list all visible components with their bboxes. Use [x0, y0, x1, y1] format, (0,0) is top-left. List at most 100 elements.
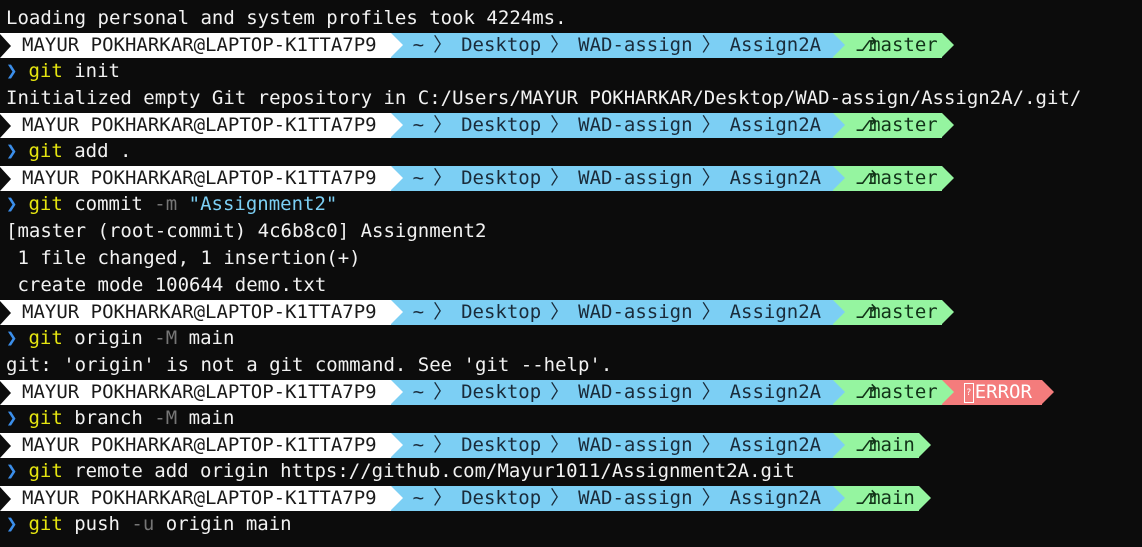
prompt-path-segment: ~ 〉 Desktop 〉 WAD-assign 〉 Assign2A [390, 380, 846, 405]
command-args: commit [62, 193, 155, 215]
home-dir: ~ [412, 114, 425, 136]
path-separator-icon: 〉 [433, 34, 453, 56]
prompt-path-segment: ~ 〉 Desktop 〉 WAD-assign 〉 Assign2A [390, 486, 846, 511]
prompt-user: MAYUR POKHARKAR@LAPTOP-K1TTA7P9 [22, 114, 377, 136]
prompt-line: MAYUR POKHARKAR@LAPTOP-K1TTA7P9 ~ 〉 Deskto… [0, 113, 1142, 138]
git-branch-name: master [869, 167, 938, 189]
path-dir: WAD-assign [578, 301, 693, 323]
error-icon: ? [963, 382, 974, 403]
command-name: git [28, 460, 63, 482]
path-separator-icon: 〉 [433, 301, 453, 323]
git-branch-icon: ⎇ [855, 381, 877, 403]
path-separator-icon: 〉 [550, 34, 570, 56]
git-branch-icon: ⎇ [855, 487, 877, 509]
path-dir: Assign2A [729, 34, 822, 56]
path-separator-icon: 〉 [701, 301, 721, 323]
command-args: init [62, 60, 120, 82]
prompt-user-segment: MAYUR POKHARKAR@LAPTOP-K1TTA7P9 [0, 380, 403, 405]
command-flag: -M [154, 327, 178, 349]
git-branch-name: master [869, 301, 938, 323]
home-dir: ~ [412, 34, 425, 56]
command-string: "Assignment2" [177, 193, 338, 215]
prompt-chevron-icon: ❯ [6, 460, 18, 482]
command-line[interactable]: ❯ git push -u origin main [0, 511, 1142, 538]
prompt-path-segment: ~ 〉 Desktop 〉 WAD-assign 〉 Assign2A [390, 433, 846, 458]
command-flag: -u [131, 513, 155, 535]
path-dir: Desktop [461, 487, 542, 509]
prompt-chevron-icon: ❯ [6, 407, 18, 429]
path-dir: Assign2A [729, 487, 822, 509]
command-name: git [28, 60, 63, 82]
path-dir: Desktop [461, 381, 542, 403]
command-line: ❯ git init [0, 58, 1142, 85]
prompt-git-segment: ⎇ master [833, 166, 954, 191]
home-dir: ~ [412, 167, 425, 189]
prompt-git-segment: ⎇ main [833, 433, 931, 458]
prompt-error-segment: ? ERROR [941, 380, 1054, 405]
home-dir: ~ [412, 381, 425, 403]
path-separator-icon: 〉 [550, 114, 570, 136]
prompt-path-segment: ~ 〉 Desktop 〉 WAD-assign 〉 Assign2A [390, 113, 846, 138]
prompt-user: MAYUR POKHARKAR@LAPTOP-K1TTA7P9 [22, 34, 377, 56]
prompt-user: MAYUR POKHARKAR@LAPTOP-K1TTA7P9 [22, 167, 377, 189]
startup-message: Loading personal and system profiles too… [6, 7, 567, 29]
command-name: git [28, 140, 63, 162]
command-name: git [28, 513, 63, 535]
prompt-path-segment: ~ 〉 Desktop 〉 WAD-assign 〉 Assign2A [390, 166, 846, 191]
git-branch-icon: ⎇ [855, 434, 877, 456]
path-separator-icon: 〉 [550, 487, 570, 509]
prompt-path-segment: ~ 〉 Desktop 〉 WAD-assign 〉 Assign2A [390, 33, 846, 58]
path-dir: Desktop [461, 434, 542, 456]
prompt-user-segment: MAYUR POKHARKAR@LAPTOP-K1TTA7P9 [0, 433, 403, 458]
command-flag: -M [154, 407, 178, 429]
path-separator-icon: 〉 [701, 434, 721, 456]
prompt-chevron-icon: ❯ [6, 513, 18, 535]
home-dir: ~ [412, 487, 425, 509]
path-separator-icon: 〉 [433, 434, 453, 456]
command-error-output: git: 'origin' is not a git command. See … [6, 354, 613, 376]
git-branch-icon: ⎇ [855, 114, 877, 136]
git-branch-name: main [869, 487, 915, 509]
prompt-user-segment: MAYUR POKHARKAR@LAPTOP-K1TTA7P9 [0, 300, 403, 325]
path-separator-icon: 〉 [550, 434, 570, 456]
prompt-chevron-icon: ❯ [6, 140, 18, 162]
prompt-line: MAYUR POKHARKAR@LAPTOP-K1TTA7P9 ~ 〉 Deskto… [0, 33, 1142, 58]
command-output: create mode 100644 demo.txt [6, 274, 327, 296]
command-args: main [177, 327, 235, 349]
command-line: ❯ git add . [0, 138, 1142, 165]
prompt-user-segment: MAYUR POKHARKAR@LAPTOP-K1TTA7P9 [0, 113, 403, 138]
prompt-user-segment: MAYUR POKHARKAR@LAPTOP-K1TTA7P9 [0, 486, 403, 511]
command-name: git [28, 193, 63, 215]
command-args: add . [62, 140, 132, 162]
prompt-path-segment: ~ 〉 Desktop 〉 WAD-assign 〉 Assign2A [390, 300, 846, 325]
command-line: ❯ git commit -m "Assignment2" [0, 191, 1142, 218]
prompt-chevron-icon: ❯ [6, 327, 18, 349]
path-separator-icon: 〉 [550, 301, 570, 323]
prompt-line: MAYUR POKHARKAR@LAPTOP-K1TTA7P9 ~ 〉 Deskto… [0, 380, 1142, 405]
prompt-line: MAYUR POKHARKAR@LAPTOP-K1TTA7P9 ~ 〉 Deskto… [0, 300, 1142, 325]
path-separator-icon: 〉 [550, 381, 570, 403]
path-dir: Assign2A [729, 301, 822, 323]
path-dir: Desktop [461, 301, 542, 323]
command-args: origin main [154, 513, 292, 535]
command-line: ❯ git branch -M main [0, 405, 1142, 432]
path-separator-icon: 〉 [433, 167, 453, 189]
git-branch-name: main [869, 434, 915, 456]
command-args: push [62, 513, 132, 535]
path-dir: Assign2A [729, 381, 822, 403]
git-branch-icon: ⎇ [855, 167, 877, 189]
terminal-window[interactable]: Loading personal and system profiles too… [0, 0, 1142, 547]
prompt-git-segment: ⎇ main [833, 486, 931, 511]
prompt-line: MAYUR POKHARKAR@LAPTOP-K1TTA7P9 ~ 〉 Deskto… [0, 433, 1142, 458]
path-separator-icon: 〉 [701, 381, 721, 403]
path-dir: Assign2A [729, 114, 822, 136]
command-args: origin [62, 327, 155, 349]
prompt-user: MAYUR POKHARKAR@LAPTOP-K1TTA7P9 [22, 301, 377, 323]
command-name: git [28, 327, 63, 349]
path-separator-icon: 〉 [550, 167, 570, 189]
path-dir: WAD-assign [578, 434, 693, 456]
prompt-git-segment: ⎇ master [833, 113, 954, 138]
command-args: remote add origin https://github.com/May… [62, 460, 795, 482]
prompt-chevron-icon: ❯ [6, 60, 18, 82]
path-dir: Assign2A [729, 434, 822, 456]
